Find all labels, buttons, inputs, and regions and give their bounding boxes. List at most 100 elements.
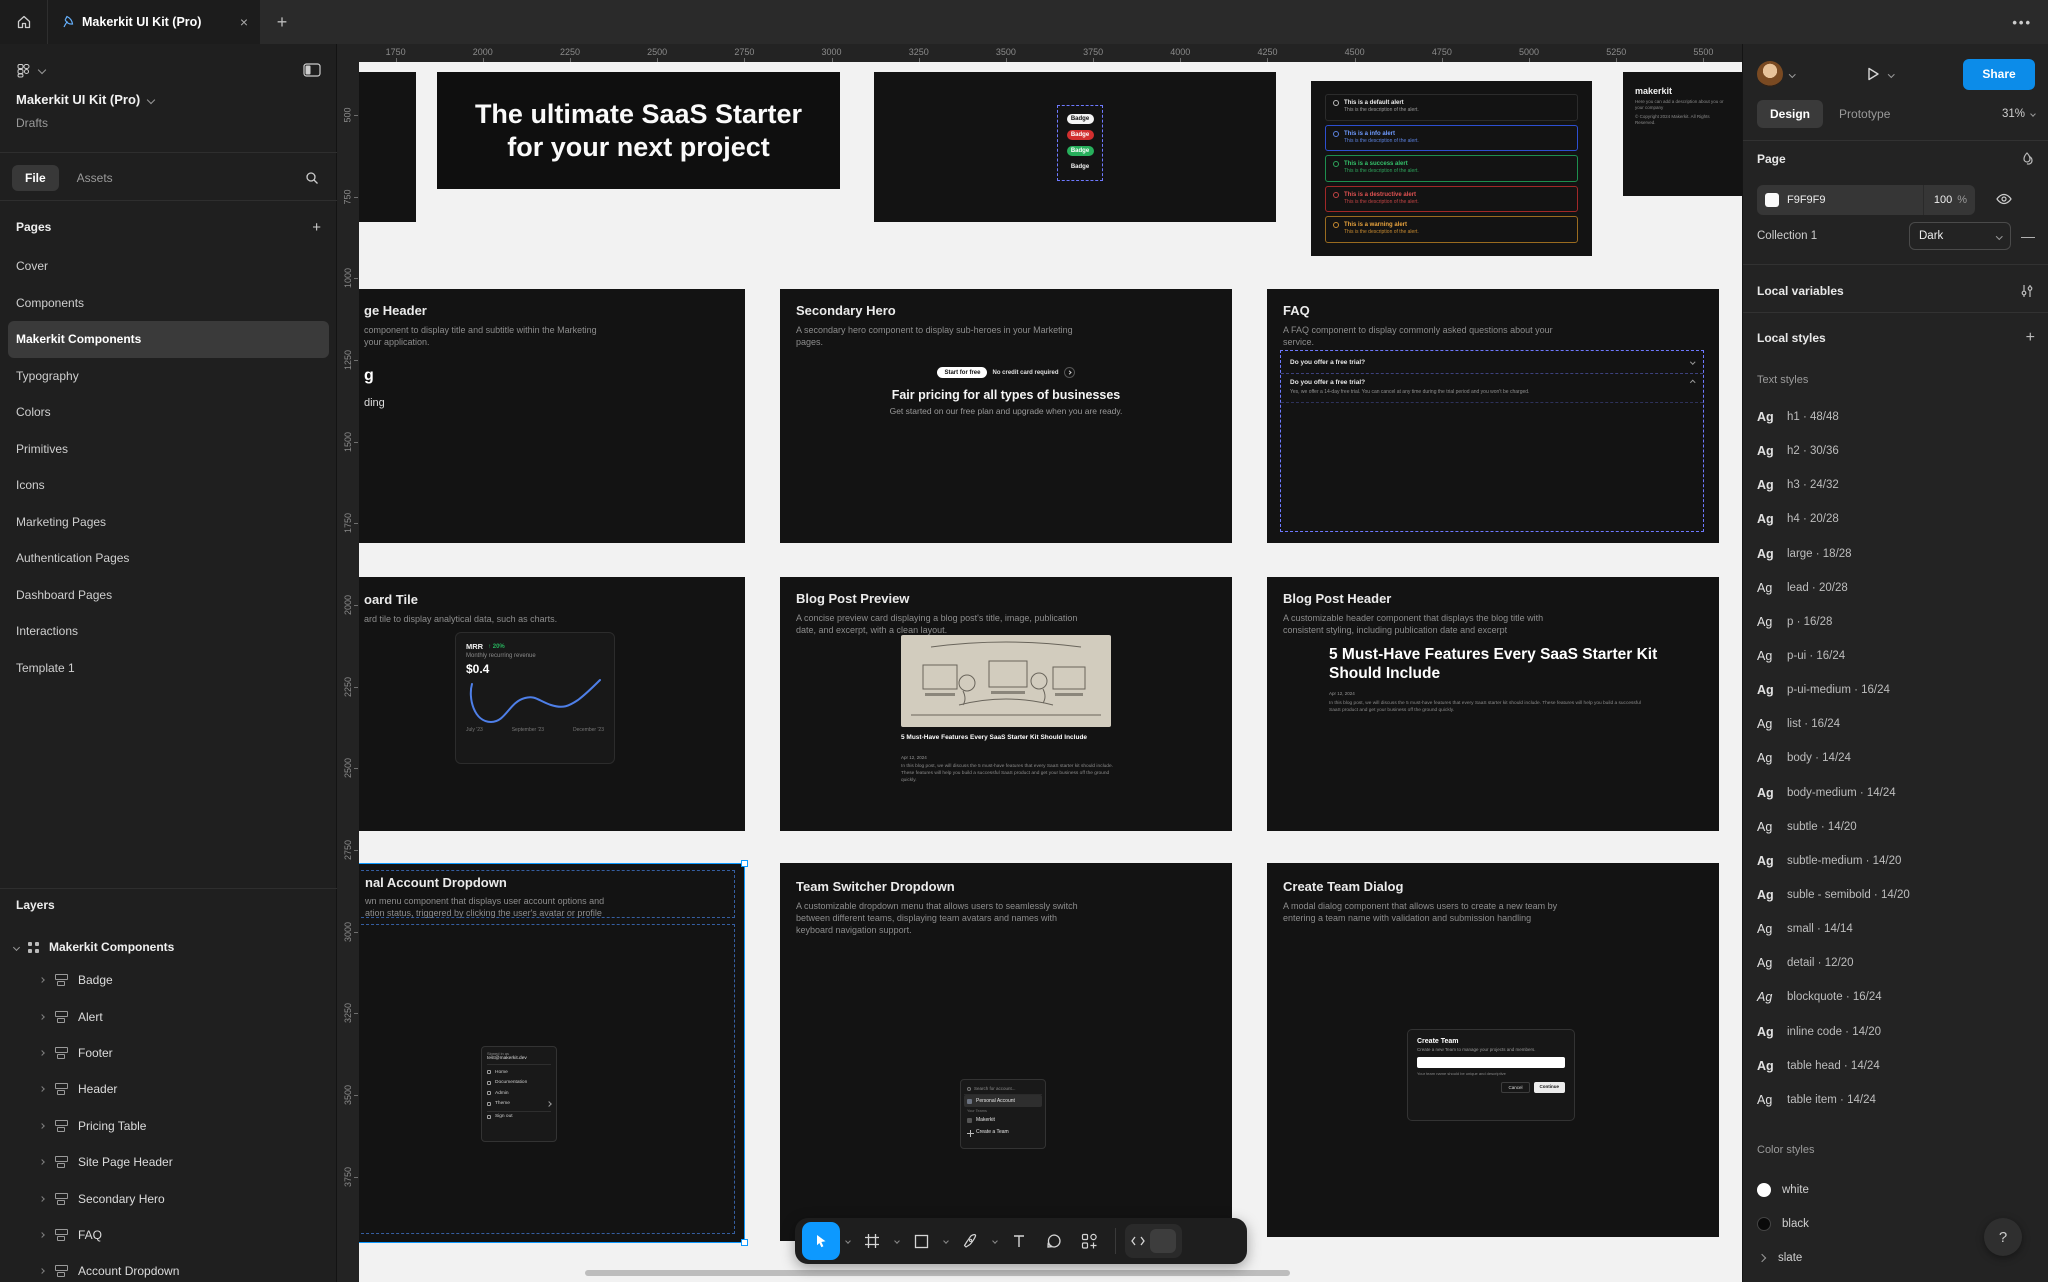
blog-post-preview-card[interactable]: Blog Post Preview A concise preview card… [780, 577, 1232, 831]
tab-design[interactable]: Design [1757, 100, 1823, 128]
styles-icon[interactable] [2019, 151, 2035, 167]
sidebar-page-item[interactable]: Makerkit Components [8, 321, 329, 358]
remove-collection-icon[interactable]: — [2021, 228, 2035, 244]
text-style-row[interactable]: Ag suble - semibold · 14/20 [1743, 878, 2048, 912]
layer-item[interactable]: Secondary Hero [0, 1180, 337, 1216]
text-style-row[interactable]: Ag detail · 12/20 [1743, 946, 2048, 980]
layers-root-row[interactable]: Makerkit Components [0, 932, 337, 962]
help-button[interactable]: ? [1984, 1218, 2022, 1256]
text-style-row[interactable]: Ag small · 14/14 [1743, 912, 2048, 946]
text-style-row[interactable]: Ag h3 · 24/32 [1743, 468, 2048, 502]
present-button[interactable] [1864, 65, 1882, 83]
text-style-row[interactable]: Ag h2 · 30/36 [1743, 434, 2048, 468]
chevron-down-icon[interactable] [1888, 71, 1894, 77]
dev-mode-toggle[interactable] [1125, 1224, 1182, 1258]
sidebar-page-item[interactable]: Components [8, 285, 329, 322]
blog-post-header-card[interactable]: Blog Post Header A customizable header c… [1267, 577, 1719, 831]
page-color-row[interactable]: F9F9F9 100 % [1757, 185, 1975, 215]
canvas[interactable]: 1750200022502500275030003250350037504000… [337, 44, 1742, 1282]
sidebar-page-item[interactable]: Cover [8, 248, 329, 285]
text-style-row[interactable]: Ag blockquote · 16/24 [1743, 980, 2048, 1014]
sidebar-page-item[interactable]: Marketing Pages [8, 504, 329, 541]
layer-item[interactable]: Badge [0, 962, 337, 998]
variables-settings-icon[interactable] [2019, 283, 2035, 299]
drafts-label[interactable]: Drafts [16, 116, 48, 130]
pen-tool-button[interactable] [953, 1222, 987, 1260]
chevron-right-icon[interactable] [39, 1123, 45, 1129]
text-style-row[interactable]: Ag body · 14/24 [1743, 741, 2048, 775]
text-style-row[interactable]: Ag p-ui-medium · 16/24 [1743, 673, 2048, 707]
tab-prototype[interactable]: Prototype [1839, 107, 1890, 121]
tab-file[interactable]: File [12, 165, 59, 191]
chevron-right-icon[interactable] [39, 1087, 45, 1093]
text-style-row[interactable]: Ag list · 16/24 [1743, 707, 2048, 741]
layer-item[interactable]: Account Dropdown [0, 1253, 337, 1282]
horizontal-scrollbar[interactable] [585, 1270, 1290, 1276]
avatar[interactable] [1757, 61, 1783, 87]
layer-item[interactable]: Site Page Header [0, 1144, 337, 1180]
frame-tool-options-icon[interactable] [890, 1222, 903, 1260]
sidebar-page-item[interactable]: Primitives [8, 431, 329, 468]
chevron-right-icon[interactable] [39, 977, 45, 983]
panel-toggle-icon[interactable] [303, 63, 321, 77]
layer-item[interactable]: Alert [0, 998, 337, 1034]
rectangle-tool-options-icon[interactable] [939, 1222, 952, 1260]
text-style-row[interactable]: Ag inline code · 14/20 [1743, 1015, 2048, 1049]
local-variables-row[interactable]: Local variables [1743, 277, 2048, 305]
account-dropdown-card[interactable]: nal Account Dropdown wn menu component t… [340, 863, 745, 1243]
sidebar-page-item[interactable]: Dashboard Pages [8, 577, 329, 614]
sidebar-page-item[interactable]: Colors [8, 394, 329, 431]
add-page-icon[interactable]: + [312, 219, 321, 236]
text-style-row[interactable]: Ag body-medium · 14/24 [1743, 776, 2048, 810]
sidebar-page-item[interactable]: Icons [8, 467, 329, 504]
text-style-row[interactable]: Ag subtle-medium · 14/20 [1743, 844, 2048, 878]
footer-card[interactable]: makerkit Here you can add a description … [1623, 72, 1742, 196]
chevron-down-icon[interactable] [1789, 71, 1795, 77]
chevron-right-icon[interactable] [39, 1159, 45, 1165]
chevron-down-icon[interactable] [13, 943, 20, 950]
layer-item[interactable]: Header [0, 1071, 337, 1107]
layer-item[interactable]: Footer [0, 1035, 337, 1071]
file-tab[interactable]: Makerkit UI Kit (Pro) × [48, 0, 260, 44]
chevron-right-icon[interactable] [39, 1268, 45, 1274]
project-name-row[interactable]: Makerkit UI Kit (Pro) [16, 92, 154, 107]
chevron-right-icon[interactable] [39, 1014, 45, 1020]
layer-item[interactable]: FAQ [0, 1217, 337, 1253]
text-style-row[interactable]: Ag p-ui · 16/24 [1743, 639, 2048, 673]
local-styles-row[interactable]: Local styles + [1743, 324, 2048, 352]
sidebar-page-item[interactable]: Template 1 [8, 650, 329, 687]
app-logo-icon[interactable] [16, 63, 31, 78]
visibility-eye-icon[interactable] [1995, 190, 2013, 208]
comment-tool-button[interactable] [1037, 1222, 1071, 1260]
dev-mode-knob[interactable] [1150, 1229, 1176, 1253]
chevron-down-icon[interactable] [38, 66, 46, 74]
dashboard-tile-card[interactable]: oard Tile ard tile to display analytical… [340, 577, 745, 831]
opacity-field[interactable]: 100 % [1923, 185, 1967, 215]
color-style-row[interactable]: white [1743, 1173, 2048, 1207]
sidebar-page-item[interactable]: Authentication Pages [8, 540, 329, 577]
text-style-row[interactable]: Ag p · 16/28 [1743, 605, 2048, 639]
rectangle-tool-button[interactable] [904, 1222, 938, 1260]
page-color-hex[interactable]: F9F9F9 [1787, 194, 1826, 206]
text-style-row[interactable]: Ag subtle · 14/20 [1743, 810, 2048, 844]
color-swatch[interactable] [1765, 193, 1779, 207]
collection-mode-select[interactable]: Dark [1909, 222, 2011, 250]
sidebar-page-item[interactable]: Typography [8, 358, 329, 395]
search-icon[interactable] [305, 171, 319, 185]
chevron-right-icon[interactable] [39, 1232, 45, 1238]
team-switcher-card[interactable]: Team Switcher Dropdown A customizable dr… [780, 863, 1232, 1241]
create-team-dialog-card[interactable]: Create Team Dialog A modal dialog compon… [1267, 863, 1719, 1237]
selection-handle[interactable] [741, 860, 748, 867]
text-style-row[interactable]: Ag table item · 14/24 [1743, 1083, 2048, 1117]
frame-tool-button[interactable] [855, 1222, 889, 1260]
badge-card[interactable]: Badge Badge Badge Badge [874, 72, 1276, 222]
faq-card[interactable]: FAQ A FAQ component to display commonly … [1267, 289, 1719, 543]
text-tool-button[interactable] [1002, 1222, 1036, 1260]
move-tool-options-icon[interactable] [841, 1222, 854, 1260]
text-style-row[interactable]: Ag h1 · 48/48 [1743, 400, 2048, 434]
home-button[interactable] [0, 0, 48, 44]
tab-assets[interactable]: Assets [77, 171, 113, 185]
overflow-menu-icon[interactable]: ••• [2012, 0, 2032, 44]
chevron-right-icon[interactable] [39, 1196, 45, 1202]
new-tab-button[interactable]: + [260, 0, 304, 44]
